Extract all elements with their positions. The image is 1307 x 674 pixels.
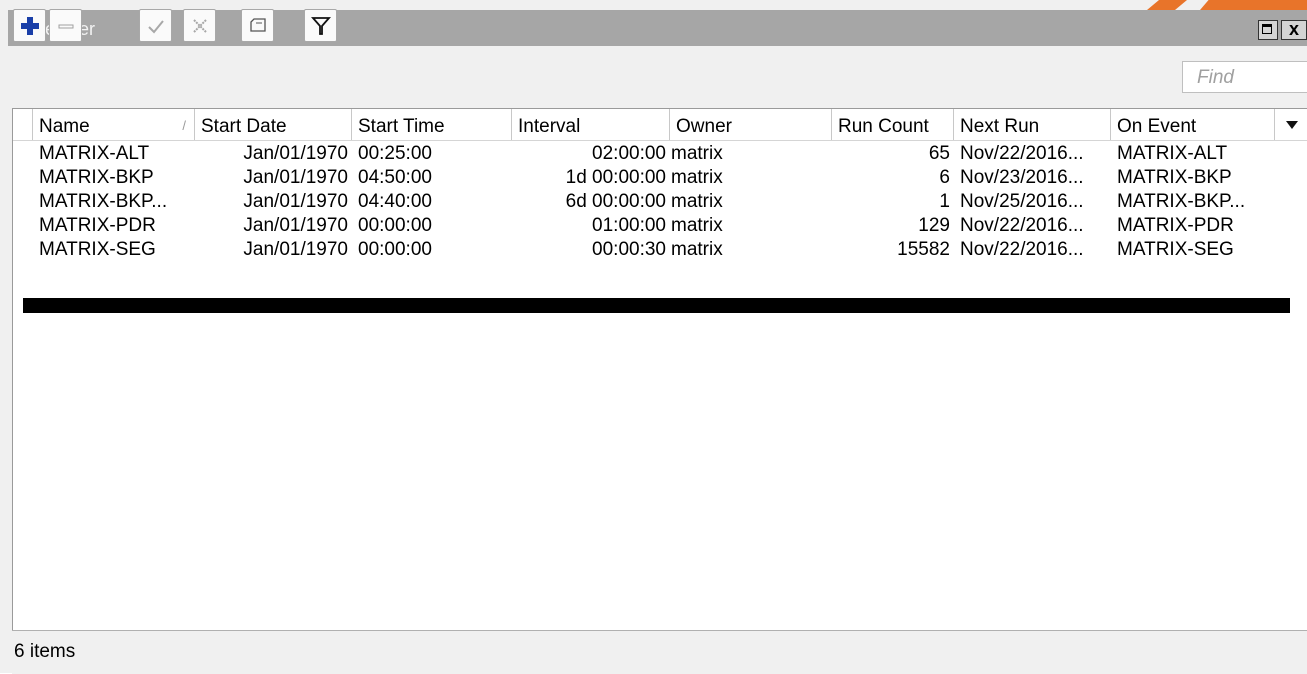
- cell-on-event: MATRIX-BKP: [1117, 167, 1232, 188]
- cell-owner: matrix: [671, 167, 723, 188]
- cell-start-date: Jan/01/1970: [243, 215, 348, 236]
- scheduler-table: Name / Start Date Start Time Interval Ow…: [12, 108, 1307, 631]
- cell-next-run: Nov/25/2016...: [960, 191, 1084, 212]
- cell-name: MATRIX-ALT: [39, 143, 150, 164]
- cell-run-count: 1: [939, 191, 950, 212]
- cell-next-run: Nov/22/2016...: [960, 215, 1084, 236]
- cell-run-count: 15582: [897, 239, 950, 260]
- maximize-button[interactable]: [1258, 20, 1278, 40]
- cell-interval: 6d 00:00:00: [565, 191, 666, 212]
- cell-name: MATRIX-BKP...: [39, 191, 168, 212]
- cell-owner: matrix: [671, 191, 723, 212]
- column-header-next-run[interactable]: Next Run: [954, 109, 1111, 140]
- column-header-on-event[interactable]: On Event: [1111, 109, 1275, 140]
- column-header-owner[interactable]: Owner: [670, 109, 832, 140]
- cell-start-time: 04:40:00: [358, 191, 432, 212]
- cell-start-time: 04:50:00: [358, 167, 432, 188]
- cell-start-date: Jan/01/1970: [243, 191, 348, 212]
- cell-next-run: Nov/22/2016...: [960, 239, 1084, 260]
- sort-indicator-icon: /: [182, 118, 186, 133]
- column-header-interval[interactable]: Interval: [512, 109, 670, 140]
- cell-start-date: Jan/01/1970: [243, 143, 348, 164]
- redaction-bar: [23, 298, 1290, 313]
- column-header-run-count[interactable]: Run Count: [832, 109, 954, 140]
- table-header: Name / Start Date Start Time Interval Ow…: [13, 109, 1307, 141]
- cell-name: MATRIX-SEG: [39, 239, 156, 260]
- cell-interval: 1d 00:00:00: [565, 167, 666, 188]
- status-bar: 6 items: [12, 630, 1307, 674]
- column-chooser-button[interactable]: [1275, 109, 1307, 140]
- table-row[interactable]: MATRIX-BKP... Jan/01/1970 04:40:00 6d 00:00…: [13, 189, 1307, 213]
- cell-name: MATRIX-PDR: [39, 215, 156, 236]
- table-row[interactable]: MATRIX-ALT Jan/01/1970 00:25:00 02:00:00 mat…: [13, 141, 1307, 165]
- cell-on-event: MATRIX-PDR: [1117, 215, 1234, 236]
- disable-button[interactable]: [183, 9, 216, 42]
- cell-owner: matrix: [671, 143, 723, 164]
- dropdown-arrow-icon: [1285, 120, 1298, 129]
- comment-icon: [249, 17, 266, 32]
- find-input[interactable]: Find: [1182, 61, 1307, 93]
- check-icon: [147, 19, 164, 33]
- orange-accent-decoration: [1147, 0, 1187, 10]
- column-header-start-time[interactable]: Start Time: [352, 109, 512, 140]
- orange-accent-decoration-right: [1200, 0, 1307, 10]
- cell-next-run: Nov/22/2016...: [960, 143, 1084, 164]
- cell-start-time: 00:25:00: [358, 143, 432, 164]
- scheduler-window: Scheduler x Find: [0, 0, 1307, 674]
- table-row[interactable]: MATRIX-SEG Jan/01/1970 00:00:00 00:00:30 mat…: [13, 237, 1307, 261]
- item-count: 6 items: [14, 641, 76, 662]
- table-row[interactable]: MATRIX-BKP Jan/01/1970 04:50:00 1d 00:00:00…: [13, 165, 1307, 189]
- plus-icon: [20, 16, 39, 35]
- remove-button[interactable]: [49, 9, 82, 42]
- cell-start-time: 00:00:00: [358, 239, 432, 260]
- cell-next-run: Nov/23/2016...: [960, 167, 1084, 188]
- cell-start-date: Jan/01/1970: [243, 167, 348, 188]
- toolbar: [8, 48, 1307, 100]
- filter-icon: [310, 16, 331, 35]
- cell-run-count: 65: [928, 143, 950, 164]
- filter-button[interactable]: [304, 9, 337, 42]
- table-row[interactable]: MATRIX-PDR Jan/01/1970 00:00:00 01:00:00 mat…: [13, 213, 1307, 237]
- cell-run-count: 6: [939, 167, 950, 188]
- enable-button[interactable]: [139, 9, 172, 42]
- cell-name: MATRIX-BKP: [39, 167, 154, 188]
- cell-start-date: Jan/01/1970: [243, 239, 348, 260]
- cell-interval: 01:00:00: [592, 215, 666, 236]
- minus-icon: [58, 24, 73, 28]
- cell-owner: matrix: [671, 215, 723, 236]
- header-spacer: [13, 109, 33, 140]
- cell-run-count: 129: [918, 215, 950, 236]
- cell-on-event: MATRIX-ALT: [1117, 143, 1228, 164]
- cell-owner: matrix: [671, 239, 723, 260]
- column-header-start-date[interactable]: Start Date: [195, 109, 352, 140]
- cell-start-time: 00:00:00: [358, 215, 432, 236]
- cell-on-event: MATRIX-SEG: [1117, 239, 1234, 260]
- add-button[interactable]: [13, 9, 46, 42]
- column-header-name[interactable]: Name /: [33, 109, 195, 140]
- cell-interval: 00:00:30: [592, 239, 666, 260]
- cell-interval: 02:00:00: [592, 143, 666, 164]
- cell-on-event: MATRIX-BKP...: [1117, 191, 1246, 212]
- cross-icon: [192, 18, 207, 33]
- comment-button[interactable]: [241, 9, 274, 42]
- close-button[interactable]: x: [1281, 20, 1307, 40]
